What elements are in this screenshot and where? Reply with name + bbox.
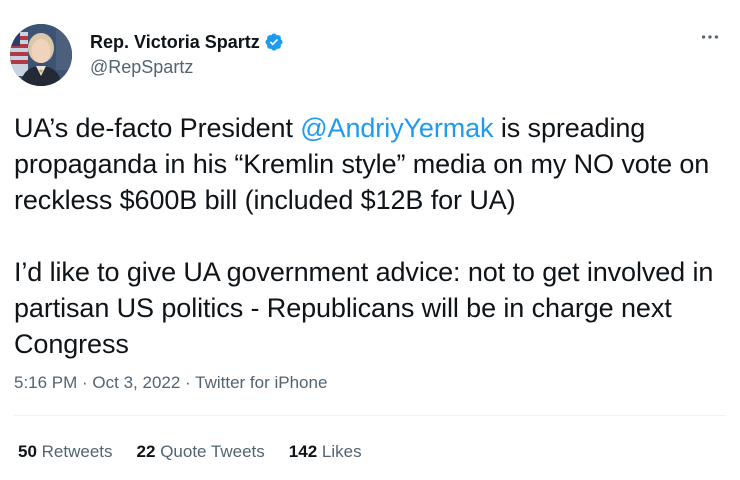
stat-label: Quote Tweets <box>160 442 265 461</box>
handle[interactable]: @RepSpartz <box>90 57 284 78</box>
mention-link[interactable]: @AndriyYermak <box>300 113 493 143</box>
tweet-text-part: UA’s de-facto President <box>14 113 301 143</box>
verified-badge-icon <box>264 32 284 52</box>
divider <box>14 415 726 416</box>
tweet-stats: 50 Retweets 22 Quote Tweets 142 Likes <box>18 442 386 462</box>
tweet-paragraph-1: UA’s de-facto President @AndriyYermak is… <box>14 110 726 218</box>
stat-label: Likes <box>321 442 362 461</box>
stat-count: 50 <box>18 442 37 461</box>
tweet-meta: 5:16 PM · Oct 3, 2022 · Twitter for iPho… <box>14 373 327 393</box>
tweet-header: Rep. Victoria Spartz @RepSpartz <box>10 22 725 86</box>
tweet-paragraph-2: I’d like to give UA government advice: n… <box>14 257 714 359</box>
likes-stat[interactable]: 142 Likes <box>289 442 362 462</box>
meta-separator: · <box>180 373 196 392</box>
stat-count: 142 <box>288 442 318 461</box>
tweet: Rep. Victoria Spartz @RepSpartz UA’s de-… <box>0 0 740 480</box>
avatar-image <box>10 24 72 86</box>
stat-label: Retweets <box>41 442 113 461</box>
tweet-source[interactable]: Twitter for iPhone <box>195 373 327 392</box>
display-name[interactable]: Rep. Victoria Spartz <box>90 32 260 53</box>
meta-separator: · <box>77 373 93 392</box>
name-row: Rep. Victoria Spartz <box>90 30 284 54</box>
ellipsis-icon <box>701 35 719 39</box>
timestamp-date[interactable]: Oct 3, 2022 <box>92 373 180 392</box>
more-options-button[interactable] <box>695 22 725 52</box>
stat-count: 22 <box>136 442 156 461</box>
tweet-text: UA’s de-facto President @AndriyYermak is… <box>14 110 726 362</box>
avatar[interactable] <box>10 24 72 86</box>
author-block: Rep. Victoria Spartz @RepSpartz <box>90 30 284 78</box>
quote-tweets-stat[interactable]: 22 Quote Tweets <box>137 442 265 462</box>
timestamp-time[interactable]: 5:16 PM <box>14 373 77 392</box>
retweets-stat[interactable]: 50 Retweets <box>18 442 113 462</box>
